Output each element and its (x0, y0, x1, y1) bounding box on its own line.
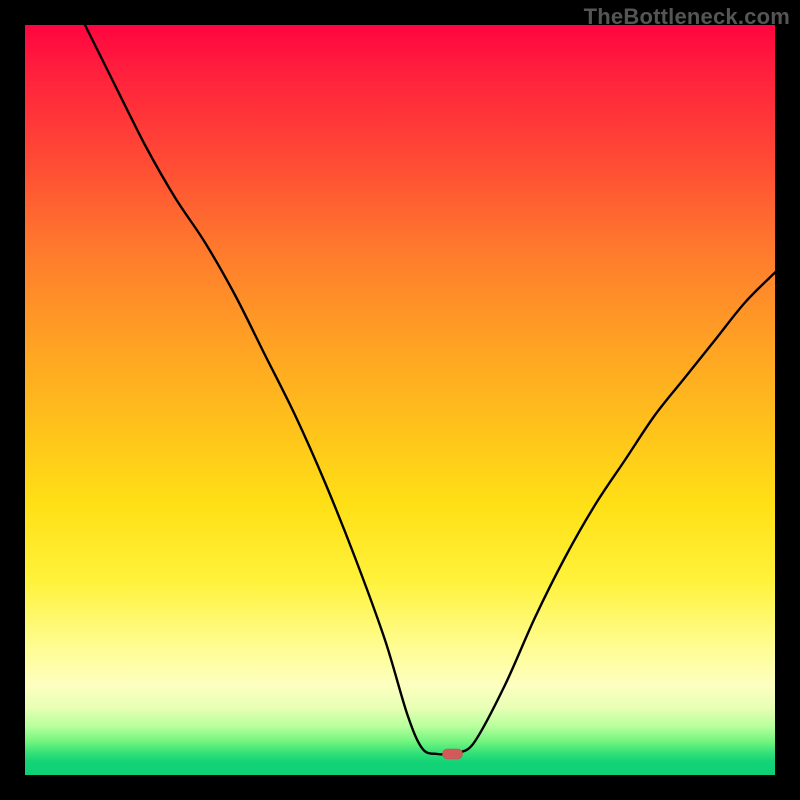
chart-frame: TheBottleneck.com (0, 0, 800, 800)
curve-svg (25, 25, 775, 775)
watermark-text: TheBottleneck.com (584, 4, 790, 30)
bottleneck-curve (85, 25, 775, 754)
optimum-marker (443, 749, 463, 759)
plot-area (25, 25, 775, 775)
